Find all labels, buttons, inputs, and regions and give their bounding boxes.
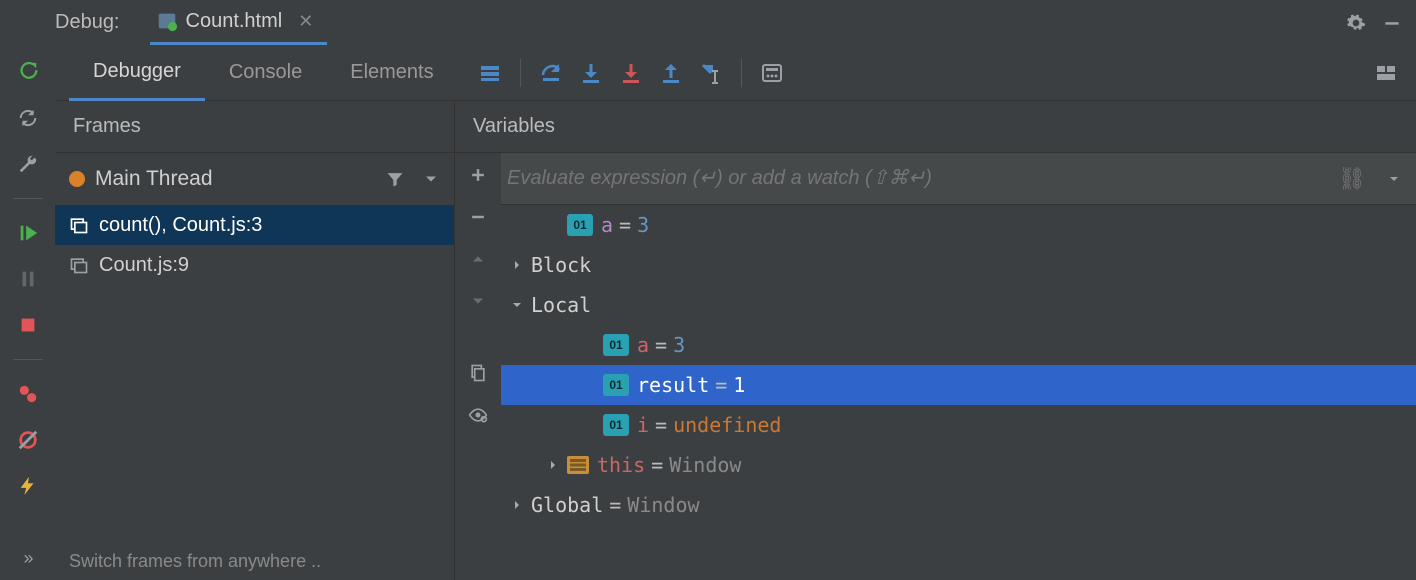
chevron-down-icon[interactable] bbox=[1386, 171, 1402, 187]
down-icon[interactable] bbox=[462, 285, 494, 317]
variable-row[interactable]: Local bbox=[501, 285, 1416, 325]
copy-icon[interactable] bbox=[462, 357, 494, 389]
variable-row[interactable]: 01i=undefined bbox=[501, 405, 1416, 445]
variable-row[interactable]: 01a=3 bbox=[501, 325, 1416, 365]
breakpoints-icon[interactable] bbox=[12, 378, 44, 410]
variable-row[interactable]: Global=Window bbox=[501, 485, 1416, 525]
tab-debugger[interactable]: Debugger bbox=[69, 45, 205, 101]
frames-hint: Switch frames from anywhere .. bbox=[55, 543, 454, 580]
remove-watch-icon[interactable] bbox=[462, 201, 494, 233]
variable-row[interactable]: 01a=3 bbox=[501, 205, 1416, 245]
stack-frame-icon bbox=[69, 215, 89, 235]
main: Debug: Count.html ✕ Debugger Console Ele… bbox=[55, 0, 1416, 580]
variable-row[interactable]: 01result=1 bbox=[501, 365, 1416, 405]
frame-item[interactable]: Count.js:9 bbox=[55, 245, 454, 285]
close-icon[interactable]: ✕ bbox=[298, 11, 313, 32]
topbar: Debug: Count.html ✕ bbox=[55, 0, 1416, 45]
evaluate-expression-row: ⛓ bbox=[501, 153, 1416, 205]
mute-breakpoints-icon[interactable] bbox=[12, 424, 44, 456]
resume-icon[interactable] bbox=[12, 217, 44, 249]
frame-item[interactable]: count(), Count.js:3 bbox=[55, 205, 454, 245]
more-icon[interactable]: ›› bbox=[12, 542, 44, 574]
filter-icon[interactable] bbox=[382, 166, 408, 192]
evaluate-expression-input[interactable] bbox=[507, 167, 1318, 190]
variables-panel: Variables ⛓ 01a=3BlockLocal01a bbox=[455, 101, 1416, 580]
variables-tree[interactable]: 01a=3BlockLocal01a=301result=101i=undefi… bbox=[501, 205, 1416, 580]
add-watch-icon[interactable] bbox=[462, 159, 494, 191]
minimize-icon[interactable] bbox=[1378, 9, 1406, 37]
step-over-icon[interactable] bbox=[531, 53, 571, 93]
up-icon[interactable] bbox=[462, 243, 494, 275]
stack-frame-icon bbox=[69, 255, 89, 275]
debug-gutter: ›› bbox=[0, 0, 55, 580]
step-into-icon[interactable] bbox=[571, 53, 611, 93]
variable-row[interactable]: this=Window bbox=[501, 445, 1416, 485]
run-config-name: Count.html bbox=[186, 10, 283, 33]
tab-elements[interactable]: Elements bbox=[326, 45, 457, 101]
wrench-icon[interactable] bbox=[12, 148, 44, 180]
evaluate-icon[interactable] bbox=[752, 53, 792, 93]
force-step-into-icon[interactable] bbox=[611, 53, 651, 93]
debugger-tabs: Debugger Console Elements bbox=[55, 45, 1416, 101]
tab-console[interactable]: Console bbox=[205, 45, 326, 101]
variables-header: Variables bbox=[455, 101, 1416, 153]
gear-icon[interactable] bbox=[1342, 9, 1370, 37]
rerun-icon[interactable] bbox=[12, 56, 44, 88]
separator bbox=[13, 359, 43, 360]
refresh-icon[interactable] bbox=[12, 102, 44, 134]
watch-eye-icon[interactable] bbox=[462, 399, 494, 431]
frames-panel: Frames Main Thread count(), Count.js:3Co… bbox=[55, 101, 455, 580]
lightning-icon[interactable] bbox=[12, 470, 44, 502]
run-config-tab[interactable]: Count.html ✕ bbox=[150, 0, 328, 45]
frames-header: Frames bbox=[55, 101, 454, 153]
dropdown-icon[interactable] bbox=[418, 166, 444, 192]
threads-icon[interactable] bbox=[470, 53, 510, 93]
html-file-icon bbox=[156, 10, 178, 32]
layout-icon[interactable] bbox=[1366, 53, 1406, 93]
tool-window-title: Debug: bbox=[55, 11, 120, 34]
variables-toolbar bbox=[455, 153, 501, 580]
thread-status-dot bbox=[69, 171, 85, 187]
glasses-icon[interactable]: ⛓ bbox=[1338, 166, 1366, 192]
pause-icon[interactable] bbox=[12, 263, 44, 295]
variable-row[interactable]: Block bbox=[501, 245, 1416, 285]
step-out-icon[interactable] bbox=[651, 53, 691, 93]
panels: Frames Main Thread count(), Count.js:3Co… bbox=[55, 101, 1416, 580]
thread-name: Main Thread bbox=[95, 167, 213, 191]
stop-icon[interactable] bbox=[12, 309, 44, 341]
run-to-cursor-icon[interactable] bbox=[691, 53, 731, 93]
thread-selector[interactable]: Main Thread bbox=[55, 153, 454, 205]
separator bbox=[13, 198, 43, 199]
